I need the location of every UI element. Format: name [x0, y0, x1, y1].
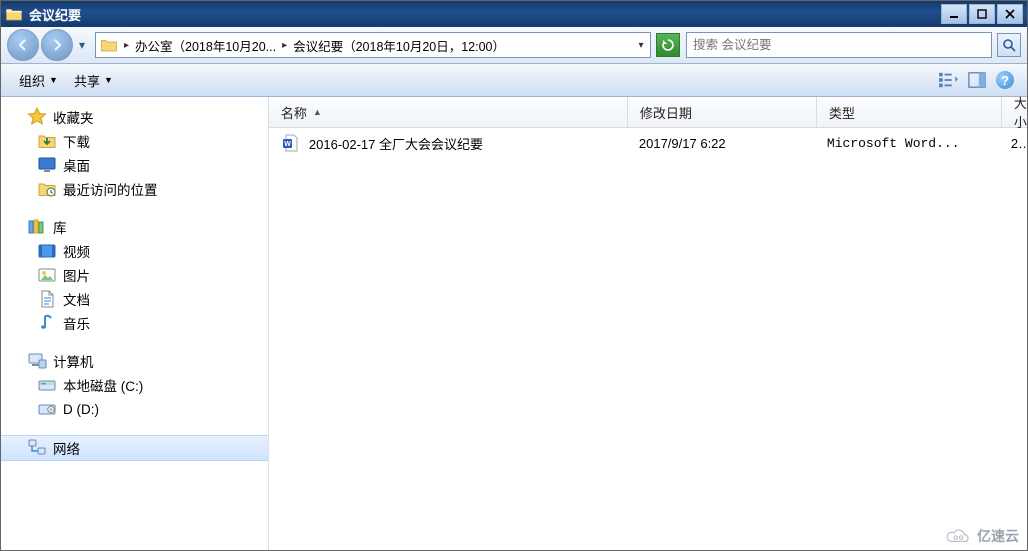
preview-pane-button[interactable] — [965, 68, 989, 92]
help-icon: ? — [996, 71, 1014, 89]
nav-back-button[interactable] — [7, 29, 39, 61]
column-headers: 名称 ▲ 修改日期 类型 大小 — [269, 97, 1027, 128]
sidebar-network[interactable]: 网络 — [1, 435, 268, 461]
window-title: 会议纪要 — [29, 5, 941, 24]
sidebar-downloads[interactable]: 下载 — [1, 129, 268, 153]
column-size[interactable]: 大小 — [1002, 97, 1028, 127]
maximize-button[interactable] — [969, 4, 995, 24]
address-dropdown[interactable]: ▾ — [632, 40, 650, 51]
address-bar[interactable]: ▸ 办公室（2018年10月20... ▸ 会议纪要（2018年10月20日，1… — [95, 32, 651, 58]
cd-drive-icon — [37, 399, 57, 419]
file-rows[interactable]: W 2016-02-17 全厂大会会议纪要 2017/9/17 6:22 Mic… — [269, 128, 1027, 550]
column-label: 修改日期 — [640, 103, 692, 122]
sidebar-item-label: 音乐 — [63, 313, 90, 333]
music-icon — [37, 313, 57, 333]
sidebar-item-label: 网络 — [53, 438, 80, 458]
help-button[interactable]: ? — [993, 68, 1017, 92]
column-label: 大小 — [1014, 93, 1027, 131]
view-toggle-button[interactable] — [937, 68, 961, 92]
sidebar-item-label: 图片 — [63, 265, 90, 285]
sidebar-item-label: 收藏夹 — [53, 107, 94, 127]
command-bar: 组织 ▼ 共享 ▼ ? — [1, 64, 1027, 97]
sidebar-pictures[interactable]: 图片 — [1, 263, 268, 287]
column-name[interactable]: 名称 ▲ — [269, 97, 628, 127]
sidebar-item-label: 桌面 — [63, 155, 90, 175]
sidebar-item-label: 本地磁盘 (C:) — [63, 375, 143, 395]
sidebar-local-disk-c[interactable]: 本地磁盘 (C:) — [1, 373, 268, 397]
sidebar-recent[interactable]: 最近访问的位置 — [1, 177, 268, 201]
refresh-button[interactable] — [656, 33, 680, 57]
title-bar[interactable]: 会议纪要 — [1, 1, 1027, 27]
sidebar-libraries[interactable]: 库 — [1, 215, 268, 239]
window-controls — [941, 4, 1023, 24]
breadcrumb-meeting[interactable]: 会议纪要（2018年10月20日，12:00） — [293, 36, 505, 55]
file-size: 27 — [999, 136, 1027, 151]
file-list: 名称 ▲ 修改日期 类型 大小 W — [269, 97, 1027, 550]
computer-icon — [27, 351, 47, 371]
sidebar-computer[interactable]: 计算机 — [1, 349, 268, 373]
share-label: 共享 — [74, 71, 100, 90]
search-input[interactable] — [691, 37, 987, 53]
search-box[interactable] — [686, 32, 992, 58]
documents-icon — [37, 289, 57, 309]
pictures-icon — [37, 265, 57, 285]
nav-history-dropdown[interactable]: ▾ — [75, 30, 89, 60]
chevron-down-icon: ▼ — [49, 75, 58, 85]
sidebar-desktop[interactable]: 桌面 — [1, 153, 268, 177]
column-label: 名称 — [281, 103, 307, 122]
content-area: 收藏夹 下载 桌面 最 — [1, 97, 1027, 550]
sidebar-item-label: 文档 — [63, 289, 90, 309]
file-row[interactable]: W 2016-02-17 全厂大会会议纪要 2017/9/17 6:22 Mic… — [269, 128, 1027, 158]
column-type[interactable]: 类型 — [817, 97, 1002, 127]
word-document-icon: W — [281, 133, 301, 153]
star-icon — [27, 107, 47, 127]
downloads-icon — [37, 131, 57, 151]
sidebar-item-label: D (D:) — [63, 402, 99, 417]
network-icon — [27, 438, 47, 458]
sidebar-item-label: 下载 — [63, 131, 90, 151]
recent-places-icon — [37, 179, 57, 199]
sidebar-favorites[interactable]: 收藏夹 — [1, 105, 268, 129]
chevron-right-icon[interactable]: ▸ — [278, 40, 291, 51]
sort-ascending-icon: ▲ — [313, 107, 322, 117]
sidebar-item-label: 最近访问的位置 — [63, 179, 158, 199]
explorer-window: 会议纪要 ▾ ▸ — [0, 0, 1028, 551]
column-date[interactable]: 修改日期 — [628, 97, 817, 127]
file-name: 2016-02-17 全厂大会会议纪要 — [309, 134, 483, 153]
organize-label: 组织 — [19, 71, 45, 90]
file-date: 2017/9/17 6:22 — [627, 136, 815, 151]
folder-icon — [5, 5, 23, 23]
file-type: Microsoft Word... — [815, 136, 999, 151]
breadcrumb-office[interactable]: 办公室（2018年10月20... — [135, 36, 276, 55]
sidebar-item-label: 库 — [53, 217, 67, 237]
videos-icon — [37, 241, 57, 261]
folder-icon — [100, 36, 118, 54]
sidebar-documents[interactable]: 文档 — [1, 287, 268, 311]
disk-icon — [37, 375, 57, 395]
chevron-right-icon[interactable]: ▸ — [120, 40, 133, 51]
svg-text:W: W — [284, 141, 291, 148]
column-label: 类型 — [829, 103, 855, 122]
organize-menu[interactable]: 组织 ▼ — [11, 67, 66, 94]
sidebar-item-label: 计算机 — [53, 351, 94, 371]
nav-history: ▾ — [7, 29, 89, 61]
chevron-down-icon: ▼ — [104, 75, 113, 85]
close-button[interactable] — [997, 4, 1023, 24]
sidebar-drive-d[interactable]: D (D:) — [1, 397, 268, 421]
nav-forward-button[interactable] — [41, 29, 73, 61]
sidebar-videos[interactable]: 视频 — [1, 239, 268, 263]
share-menu[interactable]: 共享 ▼ — [66, 67, 121, 94]
libraries-icon — [27, 217, 47, 237]
sidebar-item-label: 视频 — [63, 241, 90, 261]
navigation-pane[interactable]: 收藏夹 下载 桌面 最 — [1, 97, 269, 550]
search-button[interactable] — [997, 33, 1021, 57]
navigation-bar: ▾ ▸ 办公室（2018年10月20... ▸ 会议纪要（2018年10月20日… — [1, 27, 1027, 64]
sidebar-music[interactable]: 音乐 — [1, 311, 268, 335]
desktop-icon — [37, 155, 57, 175]
minimize-button[interactable] — [941, 4, 967, 24]
